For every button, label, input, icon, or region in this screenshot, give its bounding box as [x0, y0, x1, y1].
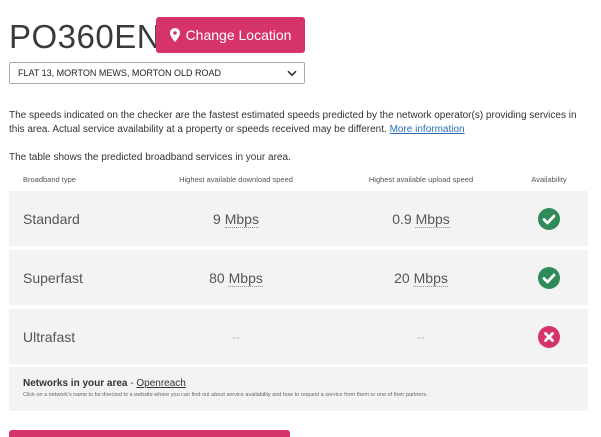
upload-speed-cell: 20 Mbps: [394, 269, 448, 287]
networks-panel: Networks in your area - Openreach Click …: [9, 367, 588, 411]
speed-disclaimer-text: The speeds indicated on the checker are …: [9, 110, 577, 135]
networks-heading: Networks in your area - Openreach: [23, 378, 588, 389]
postcode-heading: PO360EN: [9, 18, 162, 55]
upload-speed-value: 0.9: [392, 210, 412, 227]
address-selected-value: FLAT 13, MORTON MEWS, MORTON OLD ROAD: [18, 68, 222, 78]
download-speed-value: 9: [213, 210, 221, 227]
upload-speed-value: 20: [394, 269, 410, 286]
more-information-link[interactable]: More information: [390, 124, 465, 135]
map-marker-icon: [169, 28, 180, 42]
broadband-type-cell: Standard: [23, 210, 80, 227]
table-row: Standard 9 Mbps 0.9 Mbps: [9, 191, 588, 246]
check-circle-icon: [538, 266, 560, 289]
check-circle-icon: [538, 207, 560, 230]
networks-title: Networks in your area: [23, 378, 128, 389]
table-intro: The table shows the predicted broadband …: [9, 152, 291, 163]
change-location-label: Change Location: [185, 27, 292, 43]
address-select[interactable]: FLAT 13, MORTON MEWS, MORTON OLD ROAD: [9, 62, 305, 84]
broadband-type-cell: Superfast: [23, 269, 83, 286]
download-speed-unit: Mbps: [224, 210, 259, 228]
networks-note: Click on a network's name to be directed…: [23, 392, 428, 398]
download-speed-value: 80: [209, 269, 225, 286]
broadband-checker: PO360EN Change Location FLAT 13, MORTON …: [0, 0, 601, 437]
download-speed-unit: Mbps: [228, 269, 263, 287]
x-circle-icon: [538, 325, 560, 348]
bottom-action-button[interactable]: [9, 430, 290, 437]
broadband-type-cell: Ultrafast: [23, 328, 76, 345]
header-availability: Availability: [531, 175, 567, 184]
upload-speed-unit: Mbps: [415, 210, 450, 228]
upload-speed-cell: --: [417, 329, 425, 344]
header-broadband-type: Broadband type: [23, 175, 76, 184]
upload-speed-cell: 0.9 Mbps: [392, 210, 450, 228]
change-location-button[interactable]: Change Location: [156, 17, 305, 53]
download-speed-cell: 9 Mbps: [213, 210, 259, 228]
upload-speed-unit: Mbps: [413, 269, 448, 287]
chevron-down-icon: [287, 70, 297, 77]
table-row: Ultrafast -- --: [9, 309, 588, 364]
download-speed-cell: 80 Mbps: [209, 269, 263, 287]
header-download-speed: Highest available download speed: [179, 175, 293, 184]
speed-disclaimer: The speeds indicated on the checker are …: [9, 109, 593, 137]
table-row: Superfast 80 Mbps 20 Mbps: [9, 250, 588, 305]
download-speed-cell: --: [232, 329, 240, 344]
header-upload-speed: Highest available upload speed: [368, 175, 474, 184]
openreach-link[interactable]: Openreach: [136, 378, 185, 389]
